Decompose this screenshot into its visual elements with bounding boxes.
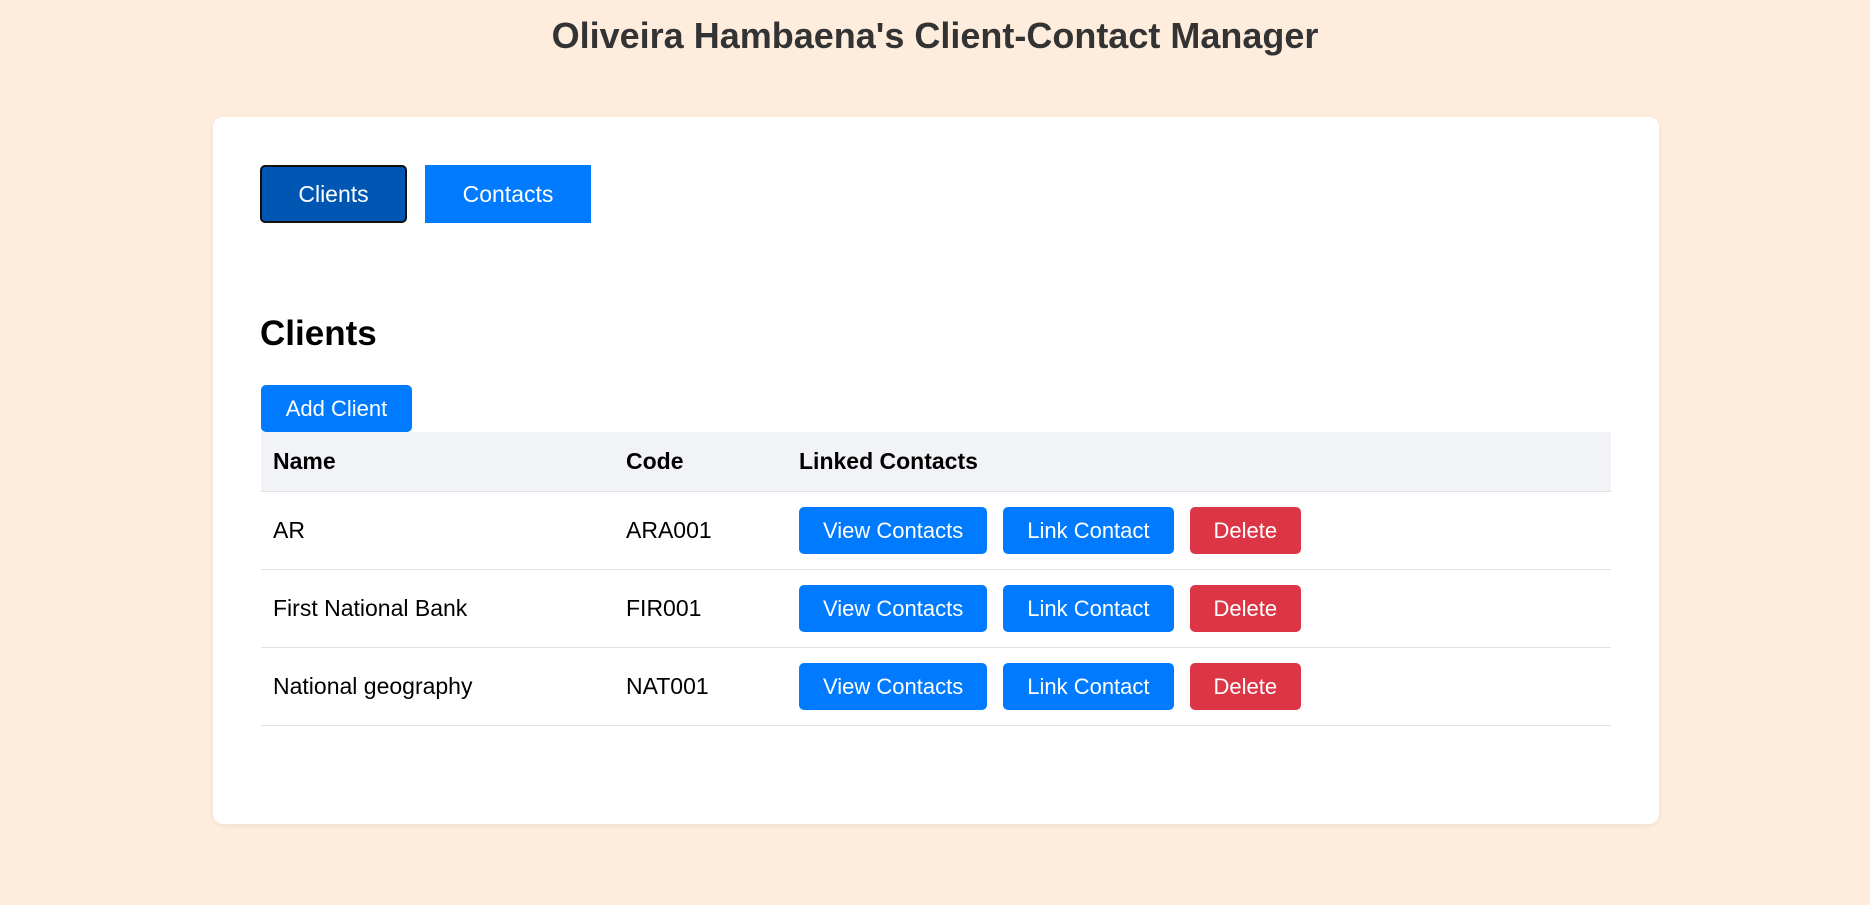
link-contact-button[interactable]: Link Contact [1003,585,1174,632]
delete-button[interactable]: Delete [1189,585,1302,632]
clients-table: Name Code Linked Contacts AR ARA001 View… [261,432,1611,726]
view-contacts-button[interactable]: View Contacts [799,585,988,632]
column-header-name: Name [261,432,614,492]
section-title: Clients [260,314,377,353]
link-contact-button[interactable]: Link Contact [1003,507,1174,554]
delete-button[interactable]: Delete [1189,663,1302,710]
tab-contacts[interactable]: Contacts [425,165,591,223]
client-name: AR [261,491,614,570]
page-title: Oliveira Hambaena's Client-Contact Manag… [551,15,1319,56]
column-header-linked-contacts: Linked Contacts [787,432,1611,492]
view-contacts-button[interactable]: View Contacts [799,507,988,554]
client-code: NAT001 [614,647,787,726]
row-actions: View Contacts Link Contact Delete [787,491,1611,570]
delete-button[interactable]: Delete [1189,507,1302,554]
row-actions: View Contacts Link Contact Delete [787,647,1611,726]
client-code: ARA001 [614,491,787,570]
add-client-button[interactable]: Add Client [261,385,412,432]
table-row: AR ARA001 View Contacts Link Contact Del… [261,491,1611,570]
table-header-row: Name Code Linked Contacts [261,432,1611,492]
link-contact-button[interactable]: Link Contact [1003,663,1174,710]
column-header-code: Code [614,432,787,492]
row-actions: View Contacts Link Contact Delete [787,569,1611,648]
client-name: First National Bank [261,569,614,648]
table-row: First National Bank FIR001 View Contacts… [261,569,1611,648]
tab-bar: Clients Contacts [260,165,591,223]
client-code: FIR001 [614,569,787,648]
client-name: National geography [261,647,614,726]
view-contacts-button[interactable]: View Contacts [799,663,988,710]
tab-clients[interactable]: Clients [260,165,407,223]
table-row: National geography NAT001 View Contacts … [261,647,1611,726]
main-card: Clients Contacts Clients Add Client Name… [213,117,1659,824]
